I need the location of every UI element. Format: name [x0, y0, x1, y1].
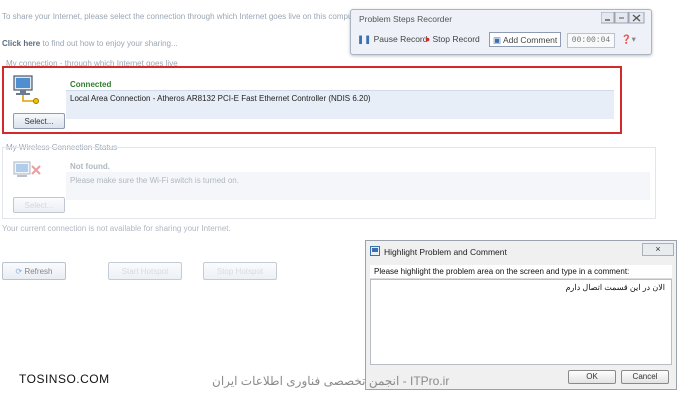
wireless-hint: Please make sure the Wi-Fi switch is tur… — [70, 176, 239, 185]
click-here-rest: to find out how to enjoy your sharing... — [42, 39, 178, 48]
psr-title: Problem Steps Recorder — [359, 14, 453, 24]
pause-record-label: Pause Record — [373, 34, 428, 44]
wired-select-button[interactable]: Select... — [13, 113, 65, 129]
help-icon: ❓ — [621, 34, 632, 44]
help-dropdown-button[interactable]: ❓▾ — [621, 32, 636, 47]
start-hotspot-button[interactable]: Start Hotspot — [108, 262, 182, 280]
recording-timer: 00:00:04 — [567, 33, 615, 48]
wired-connection-name: Local Area Connection - Atheros AR8132 P… — [70, 94, 371, 103]
stop-hotspot-button[interactable]: Stop Hotspot — [203, 262, 277, 280]
psr-toolbar: ❚❚ Pause Record ● Stop Record ▣ Add Comm… — [355, 30, 647, 50]
intro-text: To share your Internet, please select th… — [2, 12, 364, 21]
wired-status: Connected — [70, 80, 112, 89]
wireless-select-button[interactable]: Select... — [13, 197, 65, 213]
stop-record-label: Stop Record — [432, 34, 480, 44]
stop-icon: ● — [425, 34, 431, 44]
close-icon: × — [655, 244, 661, 254]
pause-icon: ❚❚ — [357, 34, 372, 44]
refresh-button[interactable]: ⟳ Refresh — [2, 262, 66, 280]
dialog-app-icon — [370, 246, 380, 258]
refresh-label: Refresh — [24, 267, 53, 276]
computer-network-icon — [12, 74, 42, 108]
pause-record-button[interactable]: ❚❚ Pause Record — [357, 32, 428, 47]
refresh-icon: ⟳ — [15, 267, 23, 276]
comment-icon: ▣ — [493, 35, 502, 45]
problem-steps-recorder: Problem Steps Recorder ❚❚ Pause Record ●… — [350, 9, 652, 55]
click-here-link[interactable]: Click here — [2, 39, 40, 48]
watermark-itpro: ITPro.ir - انجمن تخصصی فناوری اطلاعات ای… — [212, 374, 450, 388]
wireless-status: Not found. — [70, 162, 110, 171]
cancel-button[interactable]: Cancel — [621, 370, 669, 384]
highlight-comment-dialog: Highlight Problem and Comment × Please h… — [365, 240, 677, 390]
click-here-line: Click here to find out how to enjoy your… — [2, 39, 178, 48]
add-comment-label: Add Comment — [502, 35, 558, 45]
stop-record-button[interactable]: ● Stop Record — [425, 32, 480, 47]
dialog-close-button[interactable]: × — [642, 243, 674, 256]
dialog-title: Highlight Problem and Comment — [384, 247, 507, 257]
dialog-prompt: Please highlight the problem area on the… — [374, 267, 630, 276]
chevron-down-icon: ▾ — [631, 34, 636, 44]
watermark-tosinso: TOSINSO.COM — [19, 372, 110, 386]
unavailable-note: Your current connection is not available… — [2, 224, 231, 233]
ok-button[interactable]: OK — [568, 370, 616, 384]
wireless-disconnected-icon — [12, 160, 44, 192]
psr-window-controls — [600, 11, 645, 26]
add-comment-button[interactable]: ▣ Add Comment — [489, 32, 562, 47]
dialog-prompt-bar: Please highlight the problem area on the… — [370, 265, 672, 279]
comment-textarea[interactable]: الان در این قسمت اتصال دارم — [370, 279, 672, 365]
